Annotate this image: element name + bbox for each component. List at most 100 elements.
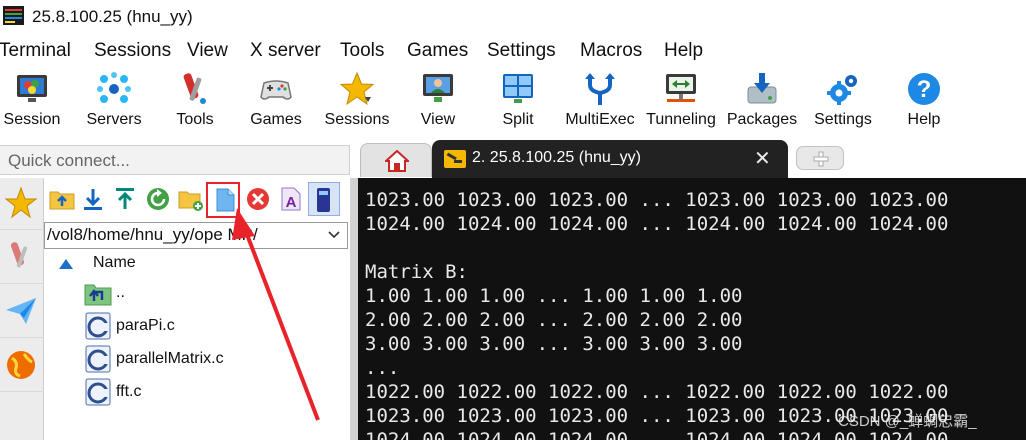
folder-up-icon	[49, 191, 75, 210]
globe-icon	[7, 351, 35, 379]
upload-button[interactable]	[112, 186, 138, 212]
pane-splitter[interactable]	[350, 178, 358, 440]
home-icon	[385, 150, 409, 172]
rename-button[interactable]: A	[278, 186, 304, 212]
new-folder-icon	[178, 191, 203, 211]
split-icon	[503, 74, 533, 103]
menu-games[interactable]: Games	[407, 40, 468, 62]
sidebar-tools-button[interactable]	[0, 232, 44, 284]
file-name: ..	[116, 284, 125, 301]
split-button[interactable]: Split	[478, 68, 558, 136]
tunneling-button[interactable]: Tunneling	[641, 68, 721, 136]
menu-help[interactable]: Help	[664, 40, 703, 62]
settings-icon	[827, 75, 857, 105]
rename-icon: A	[281, 187, 301, 211]
file-row[interactable]: parallelMatrix.c	[80, 343, 340, 373]
refresh-icon	[147, 188, 169, 210]
terminal-line: 3.00 3.00 3.00 ... 3.00 3.00 3.00	[365, 333, 743, 355]
delete-icon	[247, 188, 269, 210]
follow-terminal-button[interactable]	[308, 182, 340, 216]
session-icon	[17, 75, 47, 102]
sidebar-macros-button[interactable]	[0, 340, 44, 392]
parent-folder-icon	[84, 284, 112, 306]
remote-path-text: /vol8/home/hnu_yy/ope MP/	[47, 225, 258, 244]
file-name: fft.c	[116, 383, 142, 400]
file-name: parallelMatrix.c	[116, 350, 224, 367]
menu-x-server[interactable]: X server	[250, 40, 321, 62]
sort-ascending-icon	[59, 259, 73, 269]
view-button[interactable]: View	[398, 68, 478, 136]
tunneling-icon	[666, 74, 696, 102]
session-tab-label: 2. 25.8.100.25 (hnu_yy)	[472, 149, 642, 166]
new-tab-button[interactable]	[796, 146, 844, 170]
file-row[interactable]: fft.c	[80, 376, 340, 406]
terminal-line: 2.00 2.00 2.00 ... 2.00 2.00 2.00	[365, 309, 743, 331]
help-icon: ?	[908, 73, 940, 105]
sessions-star-icon	[339, 71, 375, 106]
terminal-session-icon	[444, 150, 466, 168]
games-icon	[260, 80, 292, 100]
help-button[interactable]: ? Help	[884, 68, 964, 136]
close-tab-icon[interactable]: ✕	[754, 146, 771, 171]
menu-sessions[interactable]: Sessions	[94, 40, 171, 62]
quick-connect-input[interactable]	[8, 149, 338, 173]
plus-icon	[813, 151, 829, 167]
window-title: 25.8.100.25 (hnu_yy)	[32, 7, 193, 26]
download-icon	[84, 189, 102, 210]
tools-icon	[183, 73, 206, 104]
packages-icon	[747, 73, 777, 104]
c-file-icon	[85, 312, 111, 340]
menu-terminal[interactable]: Terminal	[0, 40, 71, 62]
terminal-line: 1024.00 1024.00 1024.00 ... 1024.00 1024…	[365, 213, 949, 235]
multiexec-button[interactable]: MultiExec	[560, 68, 640, 136]
paper-plane-icon	[6, 298, 36, 324]
help-label: Help	[907, 111, 941, 128]
chevron-down-icon	[328, 231, 340, 239]
tools-button[interactable]: Tools	[155, 68, 235, 136]
sidebar-sftp-button[interactable]	[0, 286, 44, 338]
tools-icon	[10, 242, 28, 268]
view-icon	[423, 74, 453, 102]
file-row[interactable]: paraPi.c	[80, 310, 340, 340]
menu-bar: Terminal Sessions View X server Tools Ga…	[0, 36, 1026, 68]
session-tab[interactable]: 2. 25.8.100.25 (hnu_yy) ✕	[432, 140, 788, 178]
terminal-line: 1023.00 1023.00 1023.00 ... 1023.00 1023…	[365, 189, 949, 211]
sessions-button[interactable]: Sessions	[317, 68, 397, 136]
home-tab[interactable]	[360, 143, 432, 177]
terminal-view[interactable]: 1023.00 1023.00 1023.00 ... 1023.00 1023…	[358, 178, 1026, 440]
name-column-header: Name	[93, 254, 136, 271]
c-file-icon	[85, 345, 111, 373]
packages-button[interactable]: Packages	[722, 68, 802, 136]
c-file-icon	[85, 378, 111, 406]
file-name: paraPi.c	[116, 317, 175, 334]
refresh-button[interactable]	[145, 186, 171, 212]
quick-connect-bar	[0, 145, 350, 175]
games-button[interactable]: Games	[236, 68, 316, 136]
star-icon	[4, 186, 38, 219]
menu-view[interactable]: View	[187, 40, 228, 62]
new-folder-button[interactable]	[178, 186, 204, 212]
left-sidebar	[0, 178, 44, 440]
upload-icon	[116, 188, 134, 209]
settings-button[interactable]: Settings	[803, 68, 883, 136]
menu-macros[interactable]: Macros	[580, 40, 642, 62]
file-list-header[interactable]: Name	[56, 252, 346, 274]
terminal-folder-icon	[317, 188, 330, 212]
menu-settings[interactable]: Settings	[487, 40, 556, 62]
sidebar-sessions-button[interactable]	[0, 178, 44, 230]
session-button[interactable]: Session	[0, 68, 72, 136]
servers-button[interactable]: Servers	[74, 68, 154, 136]
main-toolbar: Session Servers Tools Games Sessions Vie…	[0, 68, 1026, 138]
remote-path-select[interactable]: /vol8/home/hnu_yy/ope MP/	[44, 222, 348, 249]
terminal-line: Matrix B:	[365, 261, 468, 283]
menu-tools[interactable]: Tools	[340, 40, 384, 62]
watermark: CSDN @_蝉蜩忠霸_	[838, 413, 977, 430]
download-button[interactable]	[80, 186, 106, 212]
title-bar: 25.8.100.25 (hnu_yy)	[0, 0, 1026, 34]
delete-button[interactable]	[245, 186, 271, 212]
upload-to-parent-button[interactable]	[49, 186, 75, 212]
file-row[interactable]: ..	[80, 277, 340, 307]
terminal-line: 1022.00 1022.00 1022.00 ... 1022.00 1022…	[365, 381, 949, 403]
svg-text:?: ?	[917, 76, 932, 103]
svg-text:A: A	[286, 194, 297, 211]
